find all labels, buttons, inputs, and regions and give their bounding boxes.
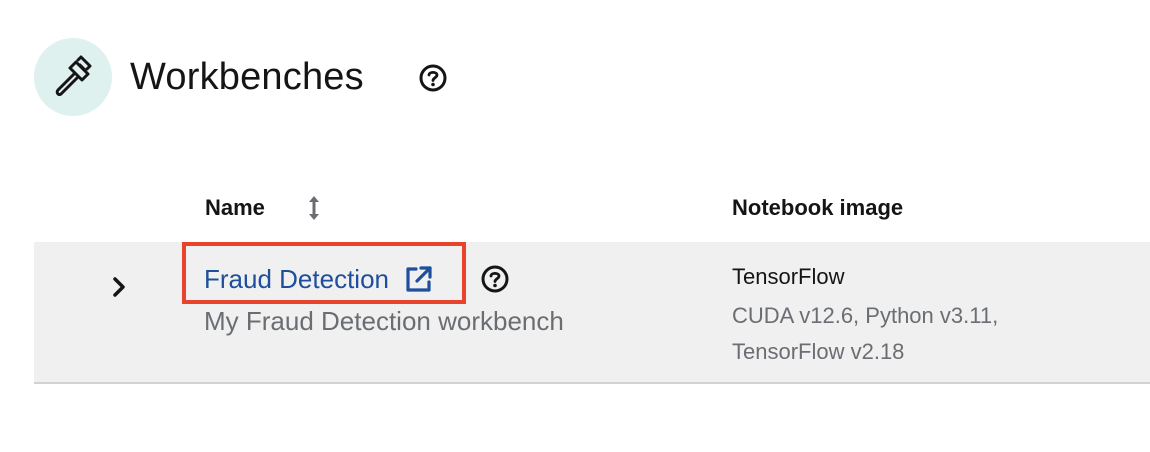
notebook-image-name: TensorFlow — [732, 264, 845, 289]
workbench-name[interactable]: Fraud Detection — [204, 262, 389, 296]
page-title: Workbenches — [130, 56, 364, 98]
question-circle-icon[interactable] — [418, 63, 448, 93]
chevron-right-icon[interactable] — [108, 274, 130, 300]
sort-icon[interactable] — [304, 194, 324, 222]
question-circle-icon[interactable] — [480, 264, 510, 294]
workbench-description: My Fraud Detection workbench — [204, 306, 564, 336]
notebook-image-detail: CUDA v12.6, Python v3.11, TensorFlow v2.… — [732, 303, 999, 364]
workbench-link[interactable]: Fraud Detection — [204, 262, 433, 296]
wrench-icon — [48, 52, 98, 102]
table-row: Fraud Detection My Fraud Detection workb… — [34, 242, 1150, 384]
table-header: Name Notebook image — [34, 170, 1150, 242]
workbenches-page: Workbenches Name Notebook image Fraud De… — [0, 0, 1150, 452]
column-header-name[interactable]: Name — [205, 196, 265, 220]
column-header-notebook-image: Notebook image — [732, 195, 904, 220]
external-link-icon[interactable] — [403, 264, 433, 294]
header-icon-badge — [34, 38, 112, 116]
workbenches-table: Name Notebook image Fraud Detection My F… — [34, 170, 1150, 384]
